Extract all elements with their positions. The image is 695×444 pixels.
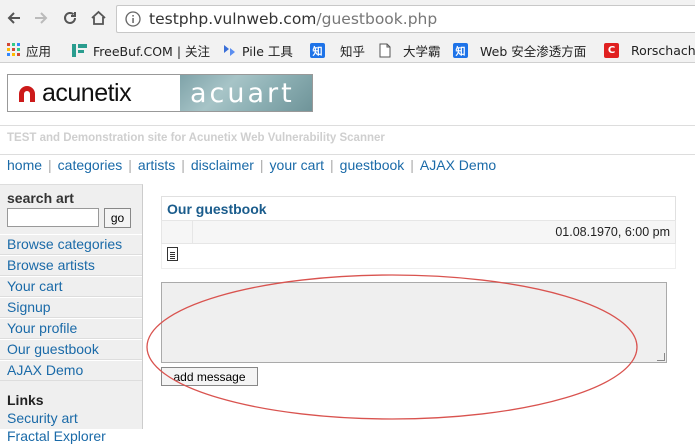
link-fractal-explorer[interactable]: Fractal Explorer: [7, 428, 106, 444]
resize-handle-icon[interactable]: [657, 353, 665, 361]
search-input[interactable]: [7, 208, 99, 227]
home-icon: [90, 10, 106, 25]
menu-separator: |: [330, 157, 334, 173]
bookmark-label: Pile 工具: [242, 43, 293, 59]
address-bar[interactable]: testphp.vulnweb.com/guestbook.php: [116, 5, 695, 33]
bookmark-label: 知乎: [340, 43, 366, 59]
add-message-button[interactable]: add message: [161, 367, 258, 386]
back-button[interactable]: [4, 8, 24, 28]
bookmark-label: FreeBuf.COM | 关注: [93, 43, 210, 59]
document-icon: [167, 247, 178, 261]
bookmark-freebuf[interactable]: FreeBuf.COM | 关注: [72, 41, 210, 59]
logo-left-text: acunetix: [42, 78, 132, 107]
menu-home[interactable]: home: [7, 157, 42, 184]
forward-arrow-icon: [35, 12, 48, 24]
menu-separator: |: [48, 157, 52, 173]
page-icon: [379, 43, 391, 57]
menu-separator: |: [259, 157, 264, 173]
home-button[interactable]: [88, 8, 108, 28]
guestbook-entry-header: 01.08.1970, 6:00 pm: [161, 220, 676, 244]
info-icon[interactable]: [125, 11, 141, 27]
menu-your-cart[interactable]: your cart: [270, 157, 324, 184]
sidebar-links: Browse categories Browse artists Your ca…: [0, 234, 142, 381]
page-content: acunetix acuart TEST and Demonstration s…: [0, 64, 695, 444]
pile-icon: [224, 44, 235, 56]
menu-separator: |: [128, 157, 132, 173]
site-logo[interactable]: acunetix acuart: [7, 74, 313, 112]
menu-separator: |: [410, 157, 414, 173]
browser-toolbar: testphp.vulnweb.com/guestbook.php: [0, 0, 695, 37]
guestbook-title: Our guestbook: [161, 196, 676, 220]
links-title: Links: [7, 392, 44, 408]
reload-button[interactable]: [60, 8, 80, 28]
menu-artists[interactable]: artists: [138, 157, 175, 184]
site-tagline: TEST and Demonstration site for Acunetix…: [0, 125, 695, 155]
link-security-art[interactable]: Security art: [7, 410, 78, 426]
go-button[interactable]: go: [104, 208, 131, 228]
acunetix-mark-icon: [19, 86, 35, 102]
sidebar-item-browse-categories[interactable]: Browse categories: [0, 234, 142, 255]
guestbook-entry-body: [161, 244, 676, 269]
url-host: testphp.vulnweb.com: [149, 10, 317, 28]
bookmark-pile[interactable]: Pile 工具: [222, 41, 293, 59]
menu-categories[interactable]: categories: [58, 157, 123, 184]
bookmarks-bar: 应用 FreeBuf.COM | 关注 Pile 工具 知 知乎 大学霸 知 W…: [0, 37, 695, 63]
csdn-icon: C: [604, 42, 619, 58]
sidebar-item-browse-artists[interactable]: Browse artists: [0, 255, 142, 276]
main-menu: home | categories | artists | disclaimer | y…: [0, 156, 695, 184]
sidebar-item-ajax-demo[interactable]: AJAX Demo: [0, 360, 142, 381]
sidebar-item-signup[interactable]: Signup: [0, 297, 142, 318]
menu-separator: |: [181, 157, 185, 173]
entry-author-cell: [162, 221, 193, 243]
search-title: search art: [7, 190, 74, 206]
back-arrow-icon: [7, 12, 20, 24]
entry-date: 01.08.1970, 6:00 pm: [193, 221, 675, 243]
menu-disclaimer[interactable]: disclaimer: [191, 157, 254, 184]
header: acunetix acuart: [0, 64, 695, 124]
menu-guestbook[interactable]: guestbook: [340, 157, 405, 184]
bookmark-label: Web 安全渗透方面: [480, 43, 587, 59]
acunetix-logo: acunetix: [8, 75, 180, 111]
zhihu-icon: 知: [453, 42, 468, 58]
zhihu-icon: 知: [310, 42, 325, 58]
message-textarea[interactable]: [161, 282, 667, 363]
bookmark-label: 应用: [26, 43, 52, 59]
acuart-logo: acuart: [180, 75, 312, 111]
bookmark-rorschach[interactable]: C Rorschach_: [604, 41, 695, 59]
bookmark-label: Rorschach_: [631, 42, 695, 58]
sidebar-item-our-guestbook[interactable]: Our guestbook: [0, 339, 142, 360]
freebuf-icon: [72, 43, 87, 57]
sidebar-item-your-profile[interactable]: Your profile: [0, 318, 142, 339]
url-path: /guestbook.php: [316, 10, 438, 28]
reload-icon: [64, 11, 76, 24]
sidebar-item-your-cart[interactable]: Your cart: [0, 276, 142, 297]
apps-grid-icon: [7, 43, 20, 56]
sidebar: search art go Browse categories Browse a…: [0, 184, 143, 444]
bookmark-daxueba[interactable]: 大学霸: [379, 41, 441, 59]
guestbook-panel: Our guestbook 01.08.1970, 6:00 pm: [161, 196, 676, 269]
menu-ajax-demo[interactable]: AJAX Demo: [420, 157, 496, 184]
forward-button[interactable]: [31, 8, 51, 28]
bookmark-web-security[interactable]: 知 Web 安全渗透方面: [453, 41, 586, 59]
bookmark-label: 大学霸: [403, 43, 441, 59]
bookmark-zhihu[interactable]: 知 知乎: [310, 41, 365, 59]
bookmark-apps[interactable]: 应用: [7, 41, 51, 59]
